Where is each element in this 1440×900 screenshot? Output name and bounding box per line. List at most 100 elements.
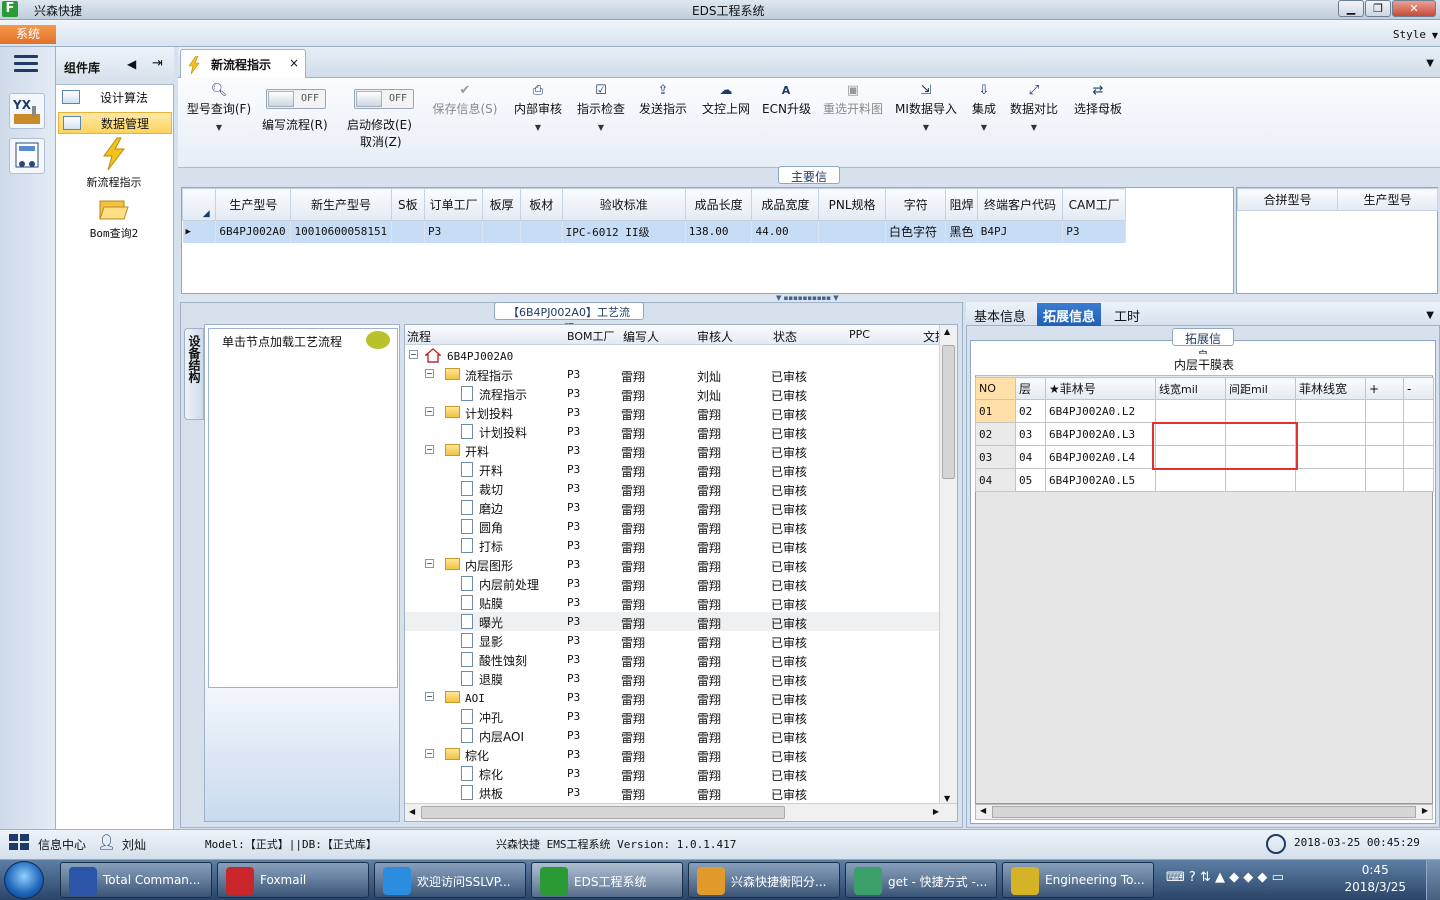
table-cell[interactable] xyxy=(1225,399,1296,423)
table-cell[interactable] xyxy=(482,220,521,243)
keyboard-icon[interactable]: ⌨ xyxy=(1166,870,1185,885)
save-info-button[interactable]: ✔ 保存信息(S) xyxy=(430,82,500,117)
table-cell[interactable] xyxy=(1295,445,1366,469)
table-cell[interactable]: 白色字符 xyxy=(885,220,947,243)
taskbar-item[interactable]: get - 快捷方式 -... xyxy=(845,862,997,898)
collapse-icon[interactable]: − xyxy=(425,692,434,701)
table-cell[interactable] xyxy=(1365,399,1404,423)
dropdown-arrow-icon[interactable]: ▼ xyxy=(968,123,1000,132)
restore-button[interactable]: ❐ xyxy=(1365,0,1391,17)
taskbar-item[interactable]: Total Comman... xyxy=(60,862,212,898)
tree-row[interactable]: 曝光 P3 雷翔 雷翔 已审核 xyxy=(405,612,941,631)
column-header[interactable]: 新生产型号 xyxy=(290,188,392,221)
scroll-up-icon[interactable]: ▲ xyxy=(944,327,950,336)
internal-review-button[interactable]: ⎙ 内部审核 ▼ xyxy=(512,82,564,132)
tab-equipment-structure[interactable]: 设备结构 xyxy=(184,328,204,420)
column-header[interactable]: S板 xyxy=(390,188,425,221)
table-cell[interactable] xyxy=(1295,399,1366,423)
column-header[interactable]: 终端客户代码 xyxy=(976,188,1064,221)
grid-apps-icon[interactable] xyxy=(8,833,30,851)
tab-work-hours[interactable]: 工时 xyxy=(1108,303,1146,326)
taskbar-item[interactable]: 欢迎访问SSLVP... xyxy=(374,862,526,898)
table-cell[interactable]: P3 xyxy=(424,220,484,243)
table-cell[interactable] xyxy=(1155,468,1226,492)
column-header[interactable]: 菲林线宽 xyxy=(1295,377,1366,400)
table-cell[interactable] xyxy=(1155,399,1226,423)
table-cell[interactable]: 6B4PJ002A0.L4 xyxy=(1045,445,1156,469)
table-cell[interactable] xyxy=(1403,399,1434,423)
tab-new-flow-instruction[interactable]: 新流程指示 × xyxy=(180,49,306,79)
send-instruction-button[interactable]: ⇪ 发送指示 xyxy=(637,82,689,117)
tab-close-icon[interactable]: × xyxy=(289,56,299,70)
app-tray-icon[interactable]: ◆ xyxy=(1229,870,1239,885)
tree-row[interactable]: − 开料 P3 雷翔 雷翔 已审核 xyxy=(405,441,941,460)
column-header[interactable]: 流程 xyxy=(407,328,431,345)
tree-row[interactable]: 开料 P3 雷翔 雷翔 已审核 xyxy=(405,460,941,479)
column-header[interactable]: 字符 xyxy=(884,188,947,221)
reselect-cutting-map-button[interactable]: ▣ 重选开料图 xyxy=(820,82,886,117)
mi-data-import-button[interactable]: ⇲ MI数据导入 ▼ xyxy=(894,82,958,132)
column-header[interactable]: 订单工厂 xyxy=(423,188,484,221)
scroll-right-icon[interactable]: ▶ xyxy=(1422,806,1428,815)
column-header[interactable]: 验收标准 xyxy=(561,188,686,221)
tree-row[interactable]: 磨边 P3 雷翔 雷翔 已审核 xyxy=(405,498,941,517)
monitor-icon[interactable]: ▭ xyxy=(1272,870,1284,885)
row-header-corner[interactable]: ◢ xyxy=(181,188,217,221)
table-cell[interactable]: 44.00 xyxy=(751,220,820,243)
table-cell[interactable] xyxy=(520,220,563,243)
table-cell[interactable] xyxy=(1225,468,1296,492)
tree-row[interactable]: 流程指示 P3 雷翔 刘灿 已审核 xyxy=(405,384,941,403)
table-cell[interactable] xyxy=(1403,445,1434,469)
doc-control-online-button[interactable]: ☁ 文控上网 xyxy=(700,82,752,117)
table-cell[interactable]: B4PJ xyxy=(977,220,1064,243)
column-header[interactable]: 成品宽度 xyxy=(751,188,820,221)
select-mother-board-button[interactable]: ⇄ 选择母板 xyxy=(1072,82,1124,117)
sidebar-item-design-algorithm[interactable]: 设计算法 xyxy=(58,87,172,109)
table-row[interactable]: 04 05 6B4PJ002A0.L5 xyxy=(975,468,1434,492)
table-cell[interactable]: 02 xyxy=(1015,399,1046,423)
integrate-button[interactable]: ⇩ 集成 ▼ xyxy=(968,82,1000,132)
column-header[interactable]: BOM工厂 xyxy=(567,328,615,344)
tree-row[interactable]: 棕化 P3 雷翔 雷翔 已审核 xyxy=(405,764,941,783)
dropdown-arrow-icon[interactable]: ▼ xyxy=(512,123,564,132)
collapse-icon[interactable]: − xyxy=(409,350,418,359)
column-header[interactable]: 阻焊 xyxy=(945,188,978,221)
dropdown-arrow-icon[interactable]: ▼ xyxy=(575,123,627,132)
column-header[interactable]: PPC xyxy=(849,328,870,341)
table-cell[interactable]: 6B4PJ002A0.L2 xyxy=(1045,399,1156,423)
scroll-left-icon[interactable]: ◀ xyxy=(980,806,986,815)
show-hidden-icons-icon[interactable]: ▲ xyxy=(1215,870,1225,885)
start-modify-toggle[interactable]: OFF xyxy=(354,89,414,109)
app-tray-icon[interactable]: ◆ xyxy=(1243,870,1253,885)
tree-row[interactable]: 打标 P3 雷翔 雷翔 已审核 xyxy=(405,536,941,555)
table-cell[interactable] xyxy=(1295,422,1366,446)
table-cell[interactable]: 01 xyxy=(975,399,1016,423)
remove-row-button[interactable]: - xyxy=(1403,377,1434,400)
ecn-upgrade-button[interactable]: A ECN升级 xyxy=(762,82,811,117)
taskbar-item[interactable]: Foxmail xyxy=(217,862,369,898)
info-center-link[interactable]: 信息中心 xyxy=(38,836,86,853)
scroll-thumb[interactable] xyxy=(992,806,1416,818)
table-cell[interactable]: 138.00 xyxy=(685,220,753,243)
table-cell[interactable]: P3 xyxy=(1062,220,1126,243)
column-header[interactable]: 成品长度 xyxy=(684,188,753,221)
tree-root-row[interactable]: − 6B4PJ002A0 xyxy=(405,346,941,365)
tree-row[interactable]: 烘板 P3 雷翔 雷翔 已审核 xyxy=(405,783,941,802)
factory-yx-icon[interactable]: YX xyxy=(9,93,45,129)
taskbar-item[interactable]: EDS工程系统 xyxy=(531,862,683,898)
taskbar-item[interactable]: 兴森快捷衡阳分... xyxy=(688,862,840,898)
column-header[interactable]: 编写人 xyxy=(623,328,659,345)
column-header[interactable]: 间距mil xyxy=(1225,377,1296,400)
scroll-thumb[interactable] xyxy=(942,345,955,479)
table-cell[interactable]: 6B4PJ002A0.L3 xyxy=(1045,422,1156,446)
table-cell[interactable]: 03 xyxy=(975,445,1016,469)
table-cell[interactable]: 6B4PJ002A0.L5 xyxy=(1045,468,1156,492)
taskbar-clock[interactable]: 0:45 2018/3/25 xyxy=(1344,862,1406,896)
show-desktop-button[interactable] xyxy=(1426,860,1440,900)
tab-list-dropdown-icon[interactable]: ▼ xyxy=(1426,310,1434,321)
column-header[interactable]: NO xyxy=(975,377,1016,400)
table-cell[interactable] xyxy=(1365,445,1404,469)
table-cell[interactable] xyxy=(391,220,425,243)
sidebar-item-data-management[interactable]: 数据管理 xyxy=(58,112,172,134)
column-header[interactable]: 线宽mil xyxy=(1155,377,1226,400)
